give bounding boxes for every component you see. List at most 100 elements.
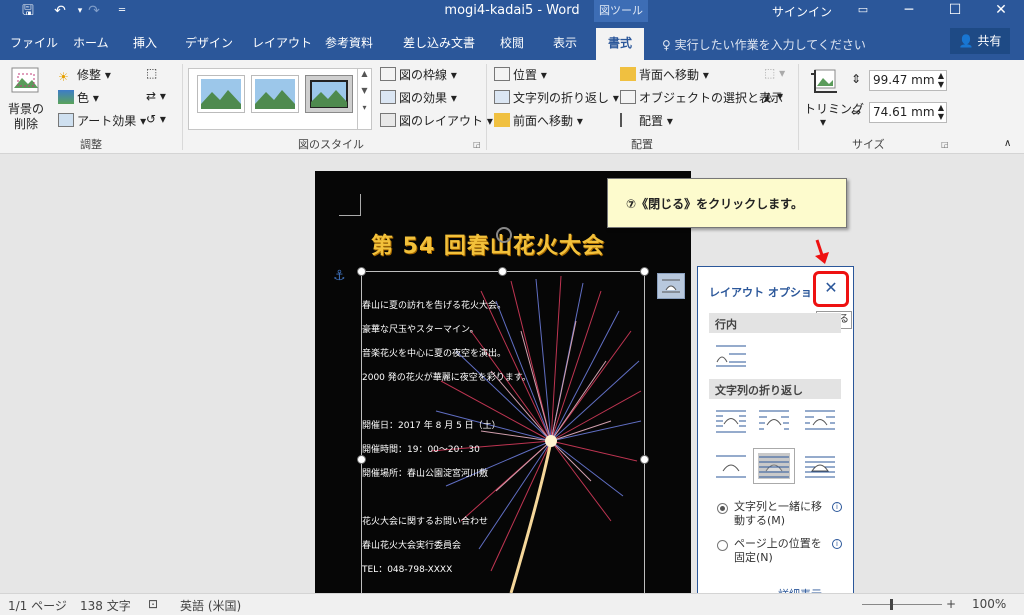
zoom-slider-thumb[interactable]	[890, 599, 893, 610]
tab-review[interactable]: 校閲	[500, 34, 524, 51]
zoom-level[interactable]: 100%	[972, 597, 1006, 611]
share-button[interactable]: 👤 共有	[950, 28, 1010, 54]
minimize-icon[interactable]: ─	[886, 0, 932, 22]
corrections-button[interactable]: ☀ 修整 ▾	[58, 66, 111, 84]
resize-handle[interactable]	[498, 267, 507, 276]
wrap-text-button[interactable]: 文字列の折り返し ▾	[494, 89, 619, 106]
remove-bg-label-2[interactable]: 削除	[14, 115, 38, 132]
tell-me-box[interactable]: ♀ 実行したい作業を入力してください	[662, 36, 866, 53]
close-window-icon[interactable]: ✕	[978, 0, 1024, 22]
proofing-icon[interactable]: ⊡	[148, 597, 158, 611]
rotate-handle-icon[interactable]	[496, 227, 512, 243]
ribbon-display-icon[interactable]: ▭	[840, 0, 886, 22]
person-icon: 👤	[958, 34, 974, 48]
picture-effects-button[interactable]: 図の効果 ▾	[380, 89, 457, 106]
tab-insert[interactable]: 挿入	[133, 34, 157, 51]
height-spinner-icon[interactable]: ▲ ▼	[938, 71, 944, 89]
position-button[interactable]: 位置 ▾	[494, 66, 547, 83]
instruction-callout: ⑦《閉じる》をクリックします。	[607, 178, 847, 228]
width-spinner-icon[interactable]: ▲ ▼	[938, 103, 944, 121]
doc-line[interactable]: 豪華な尺玉やスターマイン。	[362, 322, 478, 335]
inline-with-text-icon[interactable]	[715, 342, 747, 368]
in-front-of-text-icon[interactable]	[804, 453, 836, 479]
remove-background-icon[interactable]	[10, 66, 42, 96]
width-input[interactable]: 74.61 mm ▲ ▼	[869, 102, 947, 123]
move-with-text-label[interactable]: 文字列と一緒に移動する(M)	[734, 500, 826, 528]
resize-handle[interactable]	[640, 267, 649, 276]
doc-line[interactable]: 開催日：2017 年 8 月 5 日（土）	[362, 418, 501, 431]
gallery-scroll[interactable]: ▲ ▼ ▾	[357, 69, 371, 129]
zoom-in-icon[interactable]: +	[946, 597, 956, 611]
align-button[interactable]: 配置 ▾	[620, 112, 673, 129]
artistic-effects-button[interactable]: アート効果 ▾	[58, 112, 146, 129]
style-thumb-1[interactable]	[197, 75, 245, 113]
landscape-icon	[310, 80, 348, 108]
selection-pane-button[interactable]: オブジェクトの選択と表示	[620, 89, 783, 106]
maximize-icon[interactable]: ☐	[932, 0, 978, 22]
top-bottom-wrap-icon[interactable]	[715, 453, 747, 479]
tab-mailings[interactable]: 差し込み文書	[403, 34, 475, 51]
position-label: 位置	[513, 68, 538, 82]
fix-position-label[interactable]: ページ上の位置を固定(N)	[734, 537, 826, 565]
tight-wrap-icon[interactable]	[758, 409, 790, 435]
selection-label: オブジェクトの選択と表示	[639, 91, 784, 105]
bring-forward-button[interactable]: 前面へ移動 ▾	[494, 112, 583, 129]
fix-position-radio[interactable]	[717, 540, 728, 551]
tab-references[interactable]: 参考資料	[325, 34, 373, 51]
resize-handle[interactable]	[357, 455, 366, 464]
crop-icon[interactable]	[809, 66, 841, 96]
tab-format[interactable]: 書式	[596, 28, 645, 60]
doc-line[interactable]: 春山花火大会実行委員会	[362, 538, 461, 551]
square-wrap-icon[interactable]	[715, 409, 747, 435]
resize-handle[interactable]	[357, 267, 366, 276]
layout-options-button[interactable]	[657, 273, 685, 299]
picture-border-button[interactable]: 図の枠線 ▾	[380, 66, 457, 83]
page-count[interactable]: 1/1 ページ	[8, 597, 67, 614]
dialog-launcher-icon[interactable]: ◲	[941, 140, 949, 149]
doc-line[interactable]: 音楽花火を中心に夏の夜空を演出。	[362, 346, 506, 359]
picture-layout-button[interactable]: 図のレイアウト ▾	[380, 112, 493, 129]
doc-line[interactable]: 2000 発の花火が華麗に夜空を彩ります。	[362, 370, 531, 383]
compress-icon[interactable]: ⬚	[146, 66, 157, 80]
rotate-icon[interactable]: ◭ ▾	[764, 89, 783, 103]
resize-handle[interactable]	[640, 455, 649, 464]
tab-home[interactable]: ホーム	[73, 34, 109, 51]
doc-line[interactable]: 開催場所：春山公園淀宮河川敷	[362, 466, 488, 479]
language-indicator[interactable]: 英語 (米国)	[180, 597, 241, 614]
align-label: 配置	[639, 114, 664, 128]
info-icon[interactable]: i	[832, 539, 842, 549]
doc-line[interactable]: 花火大会に関するお問い合わせ	[362, 514, 488, 527]
tab-file[interactable]: ファイル	[10, 34, 58, 51]
move-with-text-radio[interactable]	[717, 503, 728, 514]
document-page[interactable]: 第 54 回春山花火大会 春山に夏の訪れを告げる花火大会。 豪華な尺玉やスターマ…	[315, 171, 691, 593]
height-input[interactable]: 99.47 mm ▲ ▼	[869, 70, 947, 91]
style-thumb-2[interactable]	[251, 75, 299, 113]
tab-view[interactable]: 表示	[553, 34, 577, 51]
crop-dropdown-icon[interactable]: ▾	[820, 115, 826, 129]
separator	[182, 64, 183, 150]
word-count[interactable]: 138 文字	[80, 597, 131, 614]
zoom-slider[interactable]	[862, 604, 942, 605]
doc-line[interactable]: 春山に夏の訪れを告げる花火大会。	[362, 298, 506, 311]
signin-link[interactable]: サインイン	[772, 3, 832, 20]
send-backward-button[interactable]: 背面へ移動 ▾	[620, 66, 709, 83]
reset-picture-icon[interactable]: ↺ ▾	[146, 112, 166, 126]
tab-design[interactable]: デザイン	[185, 34, 233, 51]
style-thumb-3[interactable]	[305, 75, 353, 113]
dialog-launcher-icon[interactable]: ◲	[473, 140, 481, 149]
info-icon[interactable]: i	[832, 502, 842, 512]
doc-line[interactable]: 開催時間：19：00～20：30	[362, 442, 480, 455]
artistic-label: アート効果	[77, 114, 137, 128]
backward-label: 背面へ移動	[639, 68, 700, 82]
document-title[interactable]: 第 54 回春山花火大会	[371, 228, 605, 260]
tab-layout[interactable]: レイアウト	[252, 34, 312, 51]
color-button[interactable]: 色 ▾	[58, 89, 99, 106]
collapse-ribbon-icon[interactable]: ∧	[1004, 138, 1011, 149]
close-button[interactable]: ✕	[813, 271, 849, 307]
sun-icon: ☀	[58, 70, 69, 84]
change-picture-icon[interactable]: ⇄ ▾	[146, 89, 166, 103]
doc-line[interactable]: TEL：048-798-XXXX	[362, 562, 452, 575]
behind-text-option[interactable]	[753, 448, 795, 484]
title-bar: 🖫 ↶ ▾ ↷ ═ mogi4-kadai5 - Word 図ツール サインイン…	[0, 0, 1024, 22]
through-wrap-icon[interactable]	[804, 409, 836, 435]
